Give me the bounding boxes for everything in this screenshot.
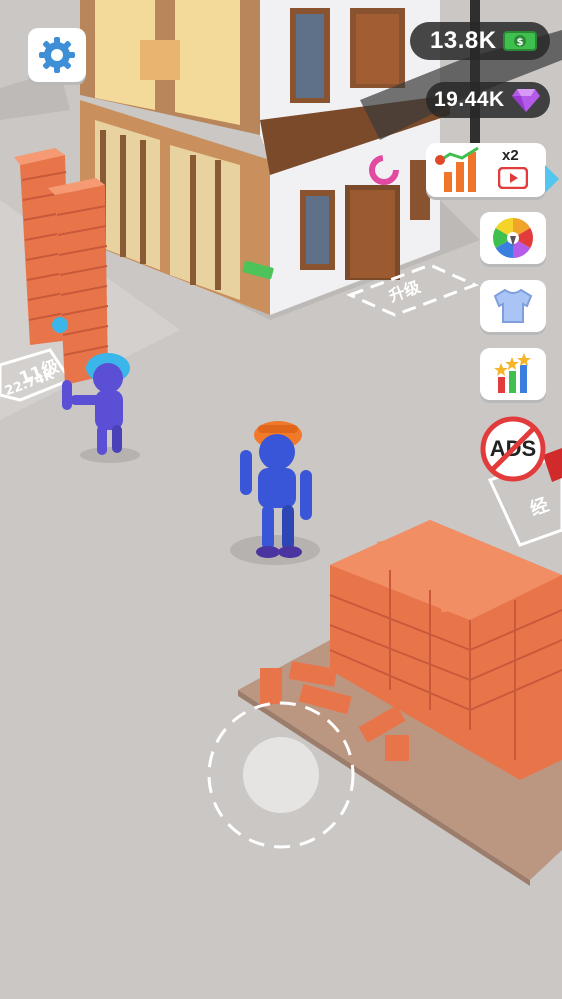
no-ads-button[interactable]: ADS: [480, 416, 546, 482]
cash-value: 13.8K: [430, 27, 497, 54]
stats-icon: [494, 353, 531, 393]
video-ad-icon: [498, 167, 528, 189]
side-arrow: [545, 165, 559, 193]
svg-text:$: $: [516, 37, 523, 48]
gear-icon: [39, 37, 75, 73]
spin-wheel-button[interactable]: [480, 212, 546, 264]
settings-button[interactable]: [28, 28, 86, 82]
joystick-knob[interactable]: [243, 737, 319, 813]
income-boost-button[interactable]: x2: [426, 143, 546, 197]
gem-icon: [511, 89, 540, 112]
joystick[interactable]: [206, 700, 356, 850]
gem-value: 19.44K: [434, 88, 505, 111]
cash-counter: 13.8K $: [410, 22, 550, 60]
skins-button[interactable]: [480, 280, 546, 332]
gem-counter: 19.44K: [426, 82, 550, 118]
shirt-icon: [493, 288, 533, 323]
spin-wheel-icon: [493, 218, 533, 258]
boost-multiplier: x2: [502, 147, 519, 164]
cash-icon: $: [502, 31, 537, 51]
ads-strike: [490, 426, 536, 472]
income-boost-icon: [435, 146, 479, 192]
stats-button[interactable]: [480, 348, 546, 400]
